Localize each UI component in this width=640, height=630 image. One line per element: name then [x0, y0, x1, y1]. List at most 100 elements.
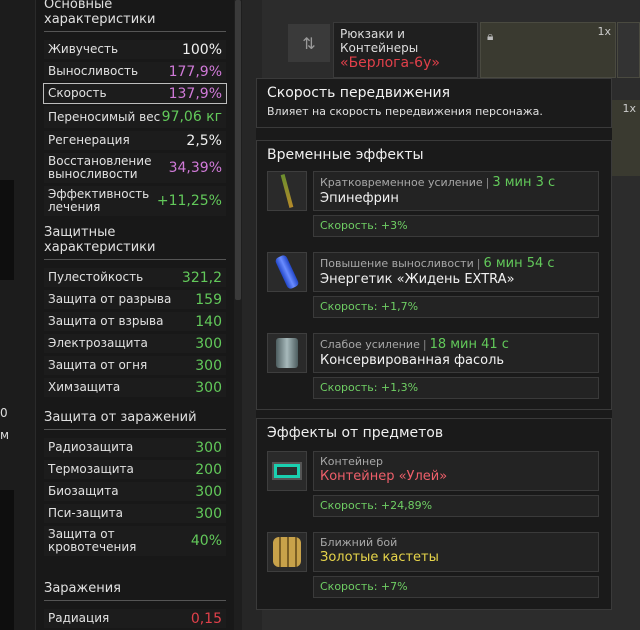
effect-name: Эпинефрин: [320, 191, 399, 206]
stat-label: Пулестойкость: [48, 270, 144, 284]
stat-label: Электрозащита: [48, 336, 148, 350]
section-title: Временные эффекты: [267, 147, 424, 163]
infections-section: Заражения Радиация 0,15: [44, 578, 226, 628]
stat-label: Защита от взрыва: [48, 314, 164, 328]
stat-row-speed[interactable]: Скорость 137,9%: [43, 83, 227, 104]
effect-info: Ближний бой Золотые кастеты: [313, 532, 599, 572]
stat-row-radiation[interactable]: Радиация 0,15: [44, 609, 226, 628]
stat-value: +11,25%: [156, 193, 222, 209]
effect-info: Слабое усиление | 18 мин 41 с Консервирова…: [313, 333, 599, 373]
effect-hive-container: Контейнер Контейнер «Улей» Скорость: +24…: [267, 451, 601, 517]
stat-value: 177,9%: [168, 63, 222, 80]
item-name: «Берлога-6у»: [340, 55, 440, 71]
stat-row-chemical[interactable]: Химзащита 300: [44, 378, 226, 397]
effect-info: Кратковременное усиление | 3 мин 3 с Эпине…: [313, 171, 599, 211]
stat-row-stamina-recovery[interactable]: Восстановление выносливости 34,39%: [44, 153, 226, 183]
stat-value: 321,2: [181, 269, 222, 286]
sort-icon: ⇅: [302, 33, 316, 53]
stat-value: 159: [195, 291, 222, 308]
canned-beans-icon: [267, 333, 307, 373]
energy-drink-icon: [267, 252, 307, 292]
effect-name: Энергетик «Жидень EXTRA»: [320, 272, 515, 287]
stat-row-bio-protection[interactable]: Биозащита 300: [44, 482, 226, 501]
effect-bonus: Скорость: +3%: [313, 215, 599, 237]
effect-energy-drink: Повышение выносливости | 6 мин 54 с Энерге…: [267, 252, 601, 318]
stat-label: Выносливость: [48, 64, 139, 78]
item-category: Рюкзаки и Контейнеры: [340, 27, 419, 55]
effect-info: Повышение выносливости | 6 мин 54 с Энерге…: [313, 252, 599, 292]
temporary-effects-section: Временные эффекты Кратковременное усилен…: [256, 140, 612, 410]
inventory-slot[interactable]: [617, 22, 640, 78]
stat-label: Химзащита: [48, 380, 121, 394]
item-count: 1x: [597, 25, 611, 38]
stat-label: Пси-защита: [48, 506, 123, 520]
stat-row-rupture[interactable]: Защита от разрыва 159: [44, 290, 226, 309]
left-edge-panel: 0 м: [0, 0, 36, 630]
brass-knuckles-icon: [267, 532, 307, 572]
stat-label: Термозащита: [48, 462, 134, 476]
stat-row-psi-protection[interactable]: Пси-защита 300: [44, 504, 226, 523]
effect-time: 18 мин 41 с: [429, 337, 509, 352]
effect-time: 3 мин 3 с: [492, 175, 556, 190]
sort-button[interactable]: ⇅: [288, 24, 330, 62]
tooltip-title: Скорость передвижения: [267, 85, 450, 101]
stat-row-fire[interactable]: Защита от огня 300: [44, 356, 226, 375]
stat-label: Биозащита: [48, 484, 119, 498]
inventory-slot[interactable]: 🔒︎ 1x: [480, 22, 616, 78]
stat-value: 0,15: [190, 610, 222, 627]
stat-value: 100%: [181, 41, 222, 58]
effect-time: 6 мин 54 с: [483, 256, 555, 271]
effect-bonus: Скорость: +24,89%: [313, 495, 599, 517]
backpack-item-card[interactable]: Рюкзаки и Контейнеры «Берлога-6у»: [333, 22, 478, 78]
stat-value: 2,5%: [186, 132, 222, 149]
stat-value: 300: [195, 439, 222, 456]
left-edge-text: м: [0, 428, 10, 442]
section-title: Эффекты от предметов: [267, 425, 444, 441]
stat-row-vitality[interactable]: Живучесть 100%: [44, 40, 226, 59]
stat-row-electro[interactable]: Электрозащита 300: [44, 334, 226, 353]
stat-value: 300: [195, 335, 222, 352]
effect-golden-knuckles: Ближний бой Золотые кастеты Скорость: +7…: [267, 532, 601, 598]
stat-row-radiation-protection[interactable]: Радиозащита 300: [44, 438, 226, 457]
stat-row-stamina[interactable]: Выносливость 177,9%: [44, 62, 226, 81]
section-title: Заражения: [44, 578, 226, 601]
stat-label: Защита от разрыва: [48, 292, 172, 306]
stat-value: 200: [195, 461, 222, 478]
stat-label: Регенерация: [48, 133, 130, 147]
stat-row-healing-efficiency[interactable]: Эффективность лечения +11,25%: [44, 186, 226, 216]
effect-name: Золотые кастеты: [320, 550, 439, 565]
effect-info: Контейнер Контейнер «Улей»: [313, 451, 599, 491]
section-title: Основные характеристики: [44, 0, 226, 32]
stat-value: 300: [195, 505, 222, 522]
stat-row-thermal-protection[interactable]: Термозащита 200: [44, 460, 226, 479]
stat-label: Эффективность лечения: [48, 187, 150, 214]
stat-value: 40%: [190, 533, 222, 549]
effect-type: Кратковременное усиление: [320, 176, 483, 189]
protection-section: Защитные характеристики Пулестойкость 32…: [44, 222, 226, 397]
stat-label: Защита от кровотечения: [48, 527, 137, 554]
container-icon: [267, 451, 307, 491]
stats-scrollbar-thumb[interactable]: [235, 0, 241, 300]
effect-bonus: Скорость: +7%: [313, 576, 599, 598]
stat-value: 140: [195, 313, 222, 330]
stat-value: 97,06 кг: [161, 109, 222, 125]
effect-type: Слабое усиление: [320, 338, 420, 351]
stat-label: Радиация: [48, 611, 110, 625]
effect-type: Повышение выносливости: [320, 257, 474, 270]
lock-icon: 🔒︎: [487, 29, 494, 43]
effect-bonus: Скорость: +1,7%: [313, 296, 599, 318]
stat-label: Живучесть: [48, 42, 119, 56]
stat-row-explosion[interactable]: Защита от взрыва 140: [44, 312, 226, 331]
stat-label: Переносимый вес: [48, 109, 161, 124]
stat-row-carry-weight[interactable]: Переносимый вес 97,06 кг: [44, 106, 226, 128]
speed-tooltip: Скорость передвижения Влияет на скорость…: [256, 78, 612, 610]
stat-row-ballistic[interactable]: Пулестойкость 321,2: [44, 268, 226, 287]
effect-name: Контейнер «Улей»: [320, 469, 448, 484]
tooltip-header: Скорость передвижения Влияет на скорость…: [256, 78, 612, 128]
item-count: 1x: [622, 102, 636, 115]
stat-row-bleeding-protection[interactable]: Защита от кровотечения 40%: [44, 526, 226, 556]
stat-value: 34,39%: [168, 160, 222, 176]
character-stats-panel[interactable]: Основные характеристики Живучесть 100% В…: [36, 0, 234, 630]
effect-epinephrine: Кратковременное усиление | 3 мин 3 с Эпине…: [267, 171, 601, 237]
stat-row-regeneration[interactable]: Регенерация 2,5%: [44, 131, 226, 150]
